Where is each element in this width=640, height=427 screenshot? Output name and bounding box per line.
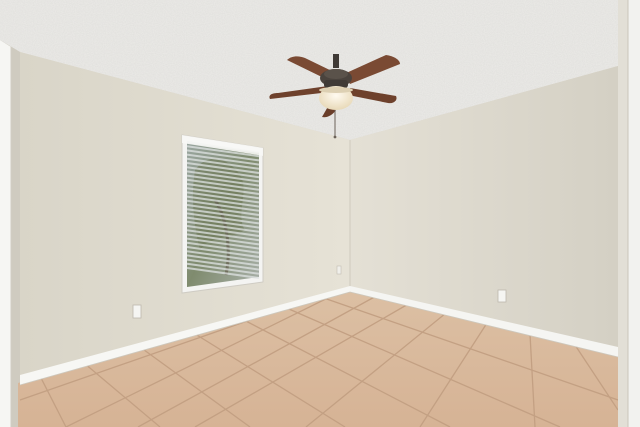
left-door-frame: [0, 40, 20, 427]
right-door-frame: [618, 0, 640, 427]
window-with-blinds: [181, 134, 264, 294]
empty-room-photo: [0, 0, 640, 427]
